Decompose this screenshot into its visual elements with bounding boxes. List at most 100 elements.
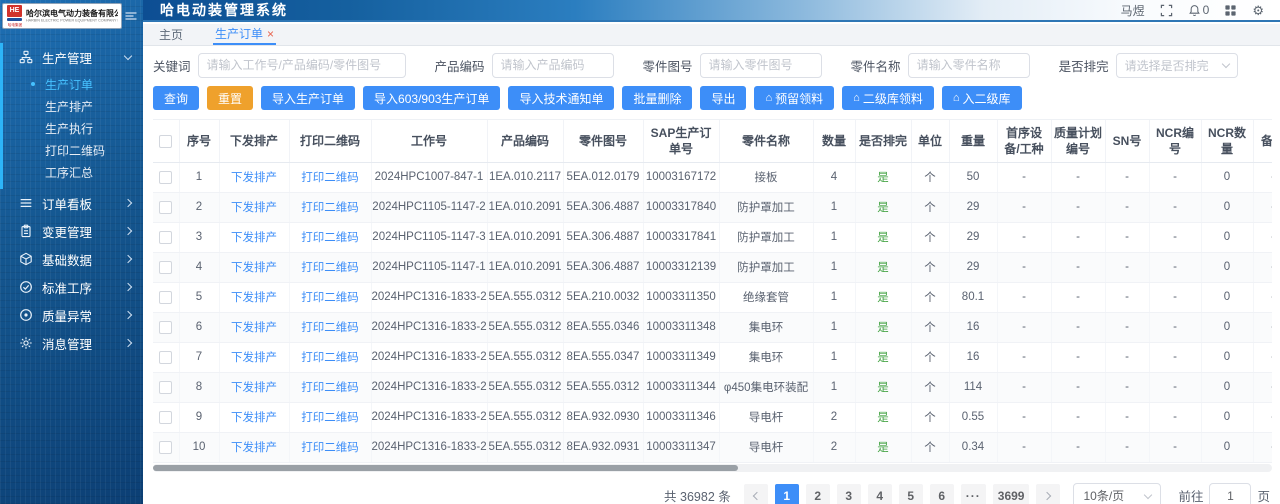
filter-select[interactable]: 请选择是否排完 bbox=[1115, 52, 1238, 78]
row-checkbox[interactable] bbox=[159, 290, 173, 304]
page-button[interactable]: 3699 bbox=[992, 483, 1030, 504]
cell-sn: - bbox=[1105, 432, 1150, 463]
sidebar-group-toggle[interactable]: 基础数据 bbox=[0, 245, 143, 273]
sidebar-group-toggle[interactable]: 订单看板 bbox=[0, 189, 143, 217]
cell-unit: 个 bbox=[911, 282, 950, 313]
sidebar-group-toggle[interactable]: 标准工序 bbox=[0, 273, 143, 301]
print-qrcode-link[interactable]: 打印二维码 bbox=[301, 292, 359, 304]
page-size-select[interactable]: 10条/页 bbox=[1073, 482, 1162, 504]
filter-input[interactable] bbox=[699, 52, 822, 78]
print-qrcode-link[interactable]: 打印二维码 bbox=[301, 232, 359, 244]
cell-first_device: - bbox=[997, 432, 1052, 463]
apps-grid-icon[interactable] bbox=[1224, 4, 1237, 17]
filter-input[interactable] bbox=[491, 52, 614, 78]
page-button[interactable]: 1 bbox=[774, 483, 799, 504]
cell-remark: - bbox=[1253, 402, 1272, 433]
print-qrcode-link[interactable]: 打印二维码 bbox=[301, 442, 359, 454]
cell-ncr_no: - bbox=[1149, 252, 1202, 283]
sidebar-group-toggle[interactable]: 变更管理 bbox=[0, 217, 143, 245]
page-button[interactable]: 4 bbox=[867, 483, 892, 504]
more-pages-button[interactable]: ··· bbox=[960, 483, 986, 504]
issue-schedule-link[interactable]: 下发排产 bbox=[231, 262, 277, 274]
header-actions: 马煜 0 ⚙ bbox=[1121, 2, 1280, 19]
print-qrcode-link[interactable]: 打印二维码 bbox=[301, 382, 359, 394]
row-checkbox[interactable] bbox=[159, 260, 173, 274]
user-name[interactable]: 马煜 bbox=[1121, 2, 1145, 19]
page-button[interactable]: 3 bbox=[836, 483, 861, 504]
column-header: 备注 bbox=[1253, 120, 1272, 163]
fullscreen-icon[interactable] bbox=[1160, 4, 1173, 17]
horizontal-scrollbar[interactable] bbox=[153, 463, 1272, 472]
tab-item[interactable]: 主页 bbox=[157, 24, 185, 45]
orders-table-container: 序号 下发排产 打印二维码 工作号 产品编码 零件图号 SAP生产订单号 零件名称 数量 是否排完… bbox=[153, 119, 1272, 463]
toolbar-button[interactable]: 查询 bbox=[153, 86, 200, 110]
print-qrcode-link[interactable]: 打印二维码 bbox=[301, 412, 359, 424]
table-row: 1 下发排产 打印二维码 2024HPC1007-847-1 1EA.010.2117 5… bbox=[153, 162, 1272, 193]
sidebar-collapse-icon[interactable] bbox=[125, 11, 137, 21]
cell-part_drawing_no: 8EA.932.0930 bbox=[563, 402, 644, 433]
row-checkbox[interactable] bbox=[159, 440, 173, 454]
issue-schedule-link[interactable]: 下发排产 bbox=[231, 322, 277, 334]
sidebar-item[interactable]: 生产执行 bbox=[0, 117, 143, 139]
row-checkbox[interactable] bbox=[159, 380, 173, 394]
next-page-button[interactable] bbox=[1036, 483, 1061, 504]
issue-schedule-link[interactable]: 下发排产 bbox=[231, 442, 277, 454]
select-all-checkbox[interactable] bbox=[159, 134, 173, 148]
sidebar-group-toggle[interactable]: 质量异常 bbox=[0, 301, 143, 329]
issue-schedule-link[interactable]: 下发排产 bbox=[231, 202, 277, 214]
print-qrcode-link[interactable]: 打印二维码 bbox=[301, 352, 359, 364]
issue-schedule-link[interactable]: 下发排产 bbox=[231, 292, 277, 304]
row-checkbox[interactable] bbox=[159, 350, 173, 364]
toolbar-button[interactable]: 批量删除 bbox=[622, 86, 693, 110]
prev-page-button[interactable] bbox=[743, 483, 768, 504]
toolbar-button[interactable]: 重置 bbox=[207, 86, 254, 110]
page-button[interactable]: 2 bbox=[805, 483, 830, 504]
issue-schedule-link[interactable]: 下发排产 bbox=[231, 172, 277, 184]
cell-weight: 0.55 bbox=[949, 402, 998, 433]
sidebar-group-toggle[interactable]: 消息管理 bbox=[0, 329, 143, 357]
select-all-cell bbox=[153, 120, 180, 163]
row-checkbox[interactable] bbox=[159, 230, 173, 244]
print-qrcode-link[interactable]: 打印二维码 bbox=[301, 172, 359, 184]
scrollbar-thumb[interactable] bbox=[153, 464, 738, 471]
print-qrcode-link[interactable]: 打印二维码 bbox=[301, 202, 359, 214]
cell-remark: - bbox=[1253, 312, 1272, 343]
tab-label: 主页 bbox=[159, 28, 184, 42]
tab-close-icon[interactable]: × bbox=[267, 28, 274, 40]
cell-ncr_qty: 0 bbox=[1201, 192, 1254, 223]
row-checkbox[interactable] bbox=[159, 410, 173, 424]
row-checkbox[interactable] bbox=[159, 320, 173, 334]
toolbar-button[interactable]: ⌂ 预留领料 bbox=[754, 86, 835, 110]
filter-input[interactable] bbox=[197, 52, 406, 78]
sidebar-item[interactable]: 生产排产 bbox=[0, 95, 143, 117]
sidebar-item[interactable]: 打印二维码 bbox=[0, 139, 143, 161]
goto-page-input[interactable] bbox=[1209, 482, 1252, 504]
page-button[interactable]: 5 bbox=[898, 483, 923, 504]
print-qrcode-link[interactable]: 打印二维码 bbox=[301, 322, 359, 334]
notification-bell-icon[interactable]: 0 bbox=[1188, 3, 1209, 17]
cell-quality_plan_no: - bbox=[1051, 192, 1106, 223]
cell-weight: 50 bbox=[949, 162, 998, 193]
row-checkbox[interactable] bbox=[159, 170, 173, 184]
toolbar-button[interactable]: 导出 bbox=[700, 86, 747, 110]
row-select-cell bbox=[153, 252, 180, 283]
cell-weight: 16 bbox=[949, 312, 998, 343]
issue-schedule-link[interactable]: 下发排产 bbox=[231, 232, 277, 244]
toolbar-button[interactable]: ⌂ 二级库领料 bbox=[842, 86, 934, 110]
sidebar-group-toggle[interactable]: 生产管理 bbox=[0, 43, 143, 71]
issue-schedule-link[interactable]: 下发排产 bbox=[231, 352, 277, 364]
sidebar-item[interactable]: 工序汇总 bbox=[0, 161, 143, 183]
settings-gear-icon[interactable]: ⚙ bbox=[1252, 4, 1264, 17]
filter-input[interactable] bbox=[907, 52, 1030, 78]
issue-schedule-link[interactable]: 下发排产 bbox=[231, 382, 277, 394]
toolbar-button[interactable]: 导入技术通知单 bbox=[508, 86, 615, 110]
print-qrcode-link[interactable]: 打印二维码 bbox=[301, 262, 359, 274]
toolbar-button[interactable]: ⌂ 入二级库 bbox=[941, 86, 1022, 110]
toolbar-button[interactable]: 导入生产订单 bbox=[261, 86, 356, 110]
page-button[interactable]: 6 bbox=[929, 483, 954, 504]
issue-schedule-link[interactable]: 下发排产 bbox=[231, 412, 277, 424]
sidebar-item[interactable]: 生产订单 bbox=[0, 73, 143, 95]
row-checkbox[interactable] bbox=[159, 200, 173, 214]
toolbar-button[interactable]: 导入603/903生产订单 bbox=[363, 86, 501, 110]
tab-active[interactable]: 生产订单 × bbox=[213, 24, 277, 45]
